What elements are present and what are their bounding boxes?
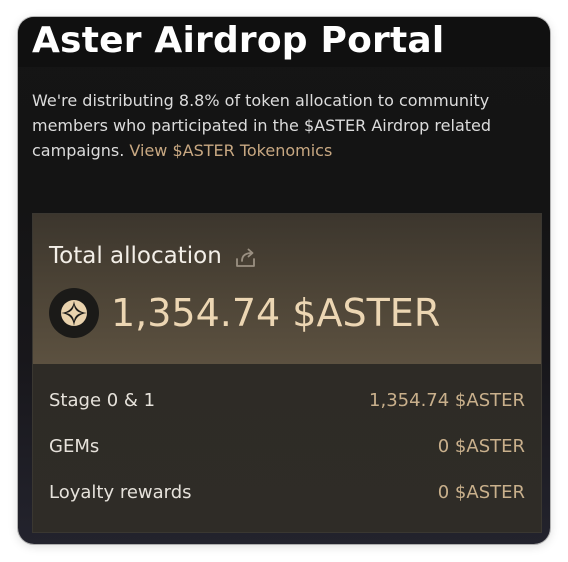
breakdown-value: 0 $ASTER	[437, 436, 525, 457]
breakdown-value: 0 $ASTER	[437, 482, 525, 503]
allocation-summary: Total allocation 1,354.74 $ASTER	[33, 214, 541, 364]
page-title: Aster Airdrop Portal	[32, 20, 445, 61]
breakdown-label: Loyalty rewards	[49, 482, 192, 503]
allocation-breakdown: Stage 0 & 1 1,354.74 $ASTER GEMs 0 $ASTE…	[33, 364, 541, 532]
total-allocation-label: Total allocation	[49, 243, 222, 269]
portal-description: We're distributing 8.8% of token allocat…	[32, 88, 512, 163]
breakdown-label: GEMs	[49, 436, 100, 457]
breakdown-value: 1,354.74 $ASTER	[369, 390, 525, 411]
share-icon[interactable]	[233, 245, 259, 271]
total-allocation-amount: 1,354.74 $ASTER	[111, 291, 441, 335]
breakdown-row-stage: Stage 0 & 1 1,354.74 $ASTER	[49, 386, 525, 416]
airdrop-card: Aster Airdrop Portal We're distributing …	[18, 17, 550, 544]
breakdown-row-gems: GEMs 0 $ASTER	[49, 432, 525, 462]
breakdown-row-loyalty: Loyalty rewards 0 $ASTER	[49, 478, 525, 508]
breakdown-label: Stage 0 & 1	[49, 390, 156, 411]
aster-token-icon	[49, 288, 99, 338]
tokenomics-link[interactable]: View $ASTER Tokenomics	[129, 141, 332, 160]
allocation-panel: Total allocation 1,354.74 $ASTER Stage 0…	[32, 213, 542, 533]
